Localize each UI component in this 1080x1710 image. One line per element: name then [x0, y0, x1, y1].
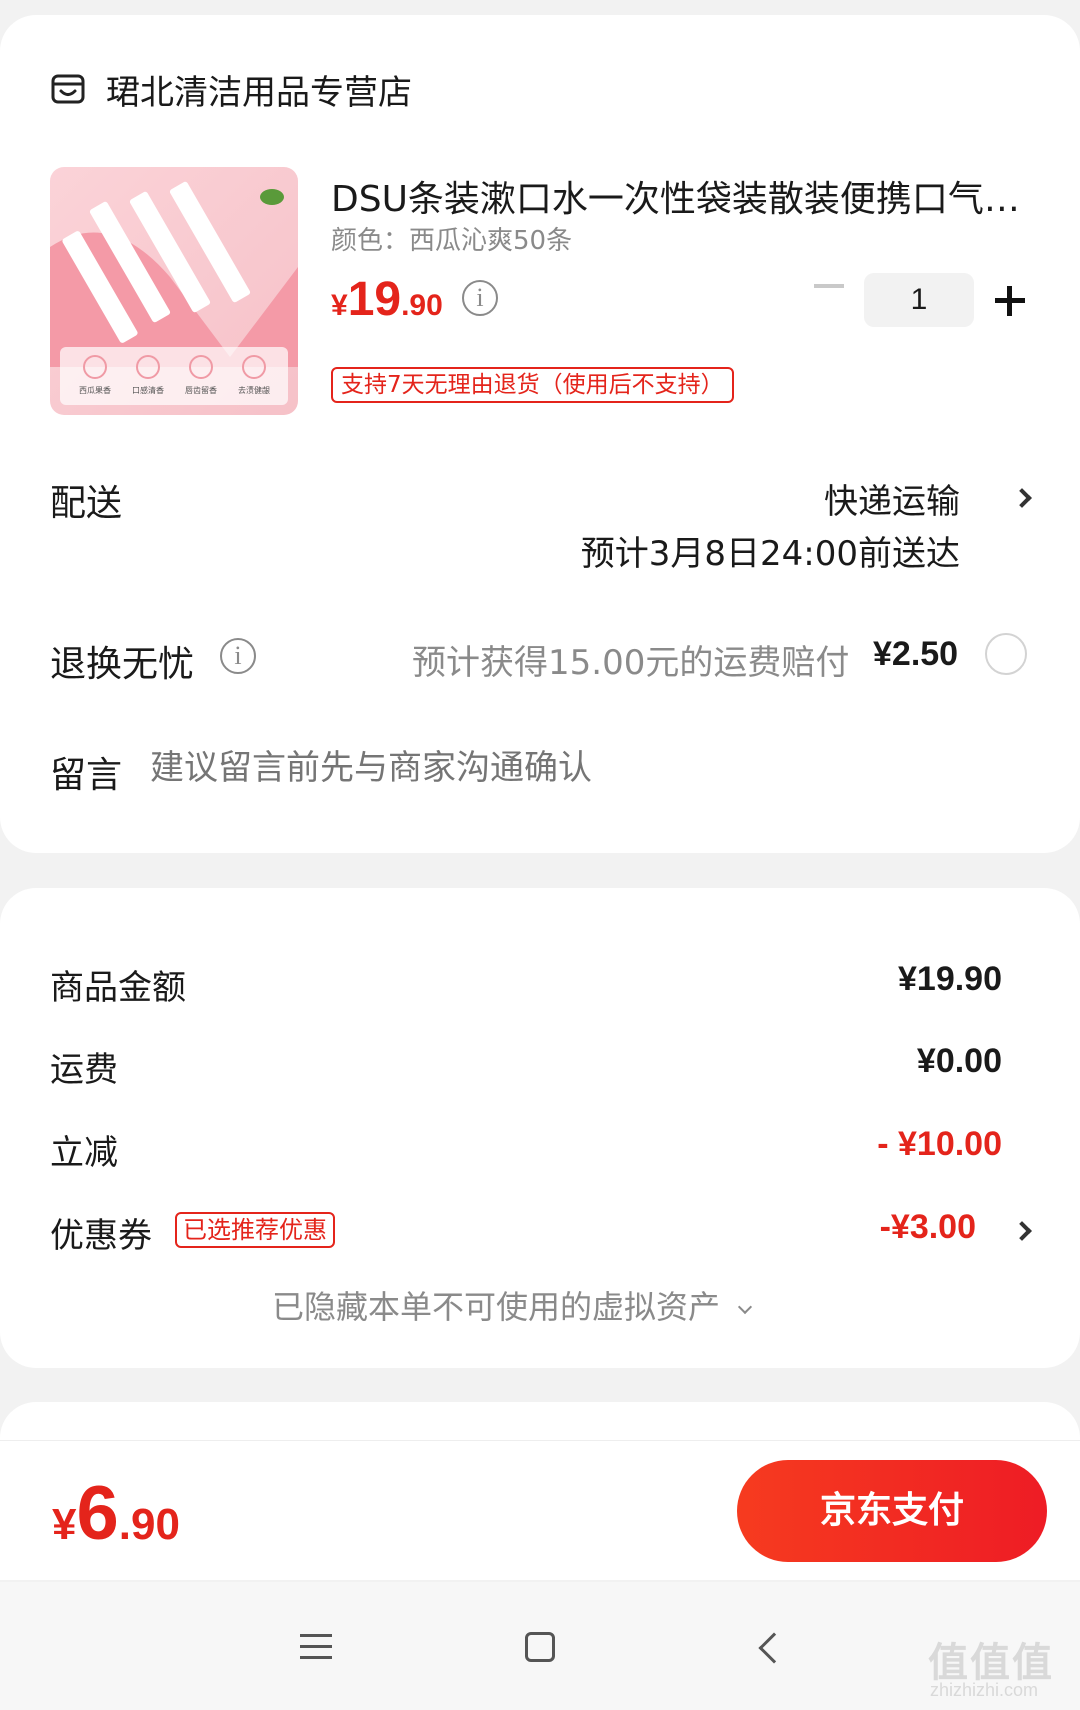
- home-icon[interactable]: [525, 1632, 555, 1662]
- product-title[interactable]: DSU条装漱口水一次性袋装散装便携口气…: [331, 170, 1031, 222]
- product-thumbnail[interactable]: 西瓜果香 口感清香 唇齿留香 去渍健龈: [50, 167, 298, 415]
- delivery-eta: 预计3月8日24:00前送达: [580, 534, 960, 574]
- thumb-label-3: 唇齿留香: [185, 385, 217, 395]
- hidden-assets-text: 已隐藏本单不可使用的虚拟资产: [272, 1288, 721, 1326]
- delivery-method[interactable]: 快递运输: [824, 474, 960, 523]
- price-decimal: .90: [401, 289, 443, 322]
- shipping-value: ¥0.00: [916, 1042, 1002, 1080]
- delivery-label: 配送: [50, 483, 123, 524]
- coupon-label[interactable]: 优惠券: [50, 1208, 152, 1257]
- worry-free-label: 退换无忧: [50, 644, 195, 685]
- worry-free-desc: 预计获得15.00元的运费赔付: [412, 643, 850, 683]
- price-integer: 19: [347, 273, 402, 326]
- worry-free-info-icon[interactable]: i: [220, 638, 256, 674]
- total-decimal: .90: [118, 1500, 180, 1549]
- store-name: 珺北清洁用品专营店: [106, 72, 412, 113]
- coupon-value[interactable]: -¥3.00: [880, 1208, 976, 1247]
- price-currency: ¥: [331, 289, 348, 322]
- system-nav-bar: [0, 1582, 1080, 1710]
- product-image: 西瓜果香 口感清香 唇齿留香 去渍健龈: [50, 167, 298, 415]
- return-policy-badge: 支持7天无理由退货（使用后不支持）: [331, 367, 734, 403]
- store-header[interactable]: 珺北清洁用品专营店: [50, 64, 412, 114]
- coupon-tag[interactable]: 已选推荐优惠: [175, 1212, 335, 1248]
- thumb-label-1: 西瓜果香: [79, 385, 111, 395]
- discount-value: - ¥10.00: [877, 1125, 1002, 1163]
- chevron-down-icon: [737, 1299, 753, 1315]
- thumb-label-2: 口感清香: [132, 385, 164, 395]
- back-icon[interactable]: [758, 1632, 790, 1664]
- product-price: ¥ 19 .90: [331, 272, 443, 327]
- total-integer: 6: [76, 1471, 119, 1556]
- discount-label: 立减: [50, 1133, 118, 1173]
- jd-pay-button[interactable]: 京东支付: [737, 1460, 1047, 1562]
- quantity-increase-button[interactable]: [995, 286, 1025, 316]
- watermark-url: zhizhizhi.com: [930, 1680, 1039, 1700]
- product-variant[interactable]: 颜色：西瓜沁爽50条: [331, 220, 572, 257]
- price-info-icon[interactable]: i: [462, 280, 498, 316]
- menu-icon[interactable]: [300, 1634, 332, 1660]
- quantity-input[interactable]: 1: [864, 273, 974, 327]
- store-icon: [51, 74, 85, 104]
- order-card: [0, 15, 1080, 853]
- quantity-decrease-button[interactable]: [814, 284, 844, 288]
- message-label: 留言: [50, 755, 123, 796]
- thumb-label-4: 去渍健龈: [238, 385, 270, 395]
- worry-free-radio[interactable]: [985, 633, 1027, 675]
- hidden-assets-toggle[interactable]: 已隐藏本单不可使用的虚拟资产: [272, 1282, 753, 1328]
- total-currency: ¥: [52, 1500, 77, 1549]
- shipping-label: 运费: [50, 1050, 118, 1090]
- worry-free-price: ¥2.50: [873, 635, 959, 673]
- goods-amount-value: ¥19.90: [898, 960, 1002, 998]
- order-total: ¥ 6 .90: [52, 1470, 180, 1557]
- goods-amount-label: 商品金额: [50, 968, 186, 1008]
- message-input[interactable]: [150, 748, 1010, 788]
